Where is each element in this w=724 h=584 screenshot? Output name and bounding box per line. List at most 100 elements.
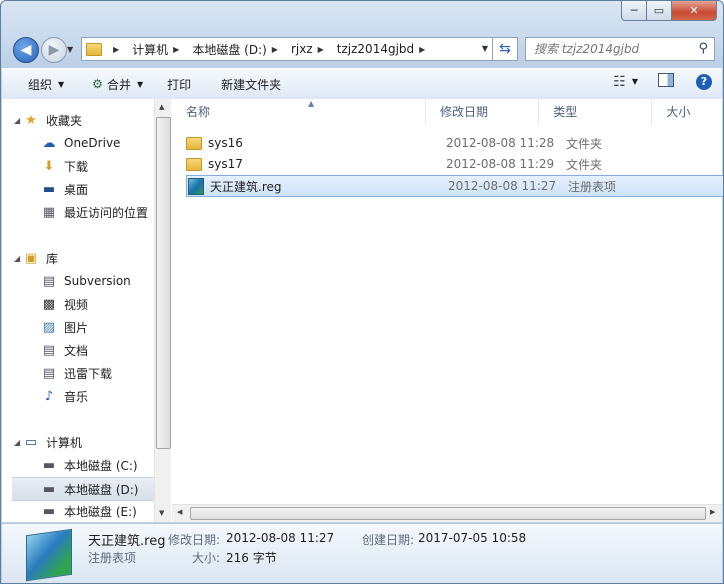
address-row: ◀ ▶ ▼ ▶ 计算机 ▶ 本地磁盘 (D:) ▶ rjxz ▶ tzjz201… bbox=[1, 33, 723, 65]
folder-icon bbox=[186, 136, 202, 150]
document-library-icon: ▤ bbox=[42, 273, 56, 289]
chevron-right-icon[interactable]: ▶ bbox=[168, 45, 184, 54]
recent-pages-dropdown[interactable]: ▼ bbox=[67, 45, 73, 54]
collapse-arrow-icon[interactable]: ◢ bbox=[14, 438, 22, 447]
nav-thunder-downloads[interactable]: ▤ 迅雷下载 bbox=[2, 362, 154, 384]
library-icon: ▣ bbox=[24, 250, 38, 266]
refresh-button[interactable]: ⇆ bbox=[493, 37, 518, 61]
file-row[interactable]: sys17 2012-08-08 11:29 文件夹 bbox=[186, 154, 722, 174]
nav-favorites[interactable]: ◢ ★ 收藏夹 bbox=[2, 109, 152, 131]
system-drive-icon: ▬ bbox=[42, 457, 56, 473]
film-icon: ▩ bbox=[42, 296, 56, 312]
scroll-up-icon[interactable]: ▲ bbox=[159, 103, 164, 111]
sort-ascending-icon: ▲ bbox=[308, 99, 315, 108]
nav-pictures[interactable]: ▨ 图片 bbox=[2, 316, 154, 338]
details-size-value: 216 字节 bbox=[226, 551, 277, 565]
breadcrumb-rjxz[interactable]: rjxz ▶ bbox=[287, 38, 333, 60]
nav-music[interactable]: ♪ 音乐 bbox=[2, 385, 154, 407]
chevron-down-icon: ▼ bbox=[58, 79, 65, 89]
chevron-right-icon[interactable]: ▶ bbox=[414, 45, 430, 54]
chevron-right-icon[interactable]: ▶ bbox=[313, 45, 329, 54]
reg-file-icon bbox=[188, 177, 204, 195]
collapse-arrow-icon[interactable]: ◢ bbox=[14, 116, 22, 125]
nav-computer[interactable]: ◢ ▭ 计算机 bbox=[2, 431, 152, 453]
drive-icon: ▬ bbox=[42, 503, 56, 519]
column-header: ▲ 名称 修改日期 类型 大小 bbox=[172, 99, 722, 125]
download-folder-icon: ⬇ bbox=[43, 158, 55, 174]
maximize-button[interactable]: ▭ bbox=[647, 1, 672, 21]
refresh-icon: ⇆ bbox=[499, 41, 511, 57]
file-row-selected[interactable]: 天正建筑.reg 2012-08-08 11:27 注册表项 bbox=[186, 175, 723, 197]
chevron-right-icon[interactable]: ▶ bbox=[108, 45, 124, 54]
preview-pane-button[interactable] bbox=[658, 73, 674, 90]
chevron-down-icon: ▼ bbox=[631, 77, 638, 86]
column-name[interactable]: ▲ 名称 bbox=[172, 99, 427, 125]
horizontal-scrollbar[interactable]: ◀ ▶ bbox=[172, 504, 722, 522]
organize-button[interactable]: 组织 ▼ bbox=[18, 72, 74, 96]
folder-icon bbox=[186, 157, 202, 171]
download-library-icon: ▤ bbox=[42, 365, 56, 381]
star-icon: ★ bbox=[25, 112, 37, 128]
address-bar[interactable]: ▶ 计算机 ▶ 本地磁盘 (D:) ▶ rjxz ▶ tzjz2014gjbd … bbox=[81, 37, 493, 61]
drive-icon: ▬ bbox=[42, 481, 56, 497]
nav-subversion[interactable]: ▤ Subversion bbox=[2, 270, 154, 292]
nav-recent-places[interactable]: ▦ 最近访问的位置 bbox=[2, 201, 154, 223]
toolbar-right: ☷ ▼ ? bbox=[613, 73, 712, 90]
address-history-dropdown[interactable]: ▼ bbox=[482, 44, 488, 53]
chevron-down-icon: ▼ bbox=[67, 45, 74, 54]
nav-documents[interactable]: ▤ 文档 bbox=[2, 339, 154, 361]
search-input[interactable] bbox=[532, 41, 696, 57]
details-modified-label: 修改日期: bbox=[168, 533, 221, 547]
arrow-left-icon: ◀ bbox=[20, 42, 32, 58]
breadcrumb-computer[interactable]: 计算机 ▶ bbox=[128, 38, 188, 60]
nav-drive-d[interactable]: ▬ 本地磁盘 (D:) bbox=[12, 477, 154, 501]
cloud-icon: ☁ bbox=[42, 135, 56, 151]
address-folder-icon-crumb[interactable]: ▶ bbox=[82, 38, 128, 60]
scroll-left-icon[interactable]: ◀ bbox=[177, 508, 182, 516]
forward-button[interactable]: ▶ bbox=[41, 37, 67, 63]
collapse-arrow-icon[interactable]: ◢ bbox=[14, 254, 22, 263]
search-icon[interactable]: ⚲ bbox=[698, 41, 708, 56]
nav-videos[interactable]: ▩ 视频 bbox=[2, 293, 154, 315]
folder-icon bbox=[86, 42, 102, 56]
column-modified[interactable]: 修改日期 bbox=[426, 99, 540, 125]
close-button[interactable]: ✕ bbox=[672, 1, 717, 21]
command-bar: 组织 ▼ ⚙ 合并 ▼ 打印 新建文件夹 ☷ ▼ ? bbox=[2, 68, 722, 100]
desktop-icon: ▬ bbox=[42, 181, 56, 197]
column-type[interactable]: 类型 bbox=[539, 99, 653, 125]
nav-desktop[interactable]: ▬ 桌面 bbox=[2, 178, 154, 200]
nav-downloads[interactable]: ⬇ 下载 bbox=[2, 155, 154, 177]
scroll-down-icon[interactable]: ▼ bbox=[159, 509, 164, 517]
view-list-icon: ☷ bbox=[613, 73, 626, 90]
nav-drive-c[interactable]: ▬ 本地磁盘 (C:) bbox=[2, 454, 154, 476]
help-icon[interactable]: ? bbox=[696, 73, 712, 90]
breadcrumb-tzjz2014gjbd[interactable]: tzjz2014gjbd ▶ bbox=[333, 38, 435, 60]
recent-places-icon: ▦ bbox=[42, 204, 56, 220]
details-created-label: 创建日期: bbox=[362, 533, 415, 547]
details-created-value: 2017-07-05 10:58 bbox=[418, 531, 527, 545]
details-file-name: 天正建筑.reg bbox=[88, 534, 166, 549]
merge-icon: ⚙ bbox=[92, 77, 103, 91]
minimize-button[interactable]: ─ bbox=[621, 1, 647, 21]
print-button[interactable]: 打印 bbox=[157, 72, 201, 96]
file-list-pane: ▲ 名称 修改日期 类型 大小 sys16 2012-08-08 11:28 文… bbox=[172, 99, 723, 522]
nav-libraries[interactable]: ◢ ▣ 库 bbox=[2, 247, 152, 269]
combine-button[interactable]: ⚙ 合并 ▼ bbox=[82, 72, 153, 96]
details-file-type: 注册表项 bbox=[88, 551, 137, 565]
preview-pane-icon bbox=[658, 73, 674, 87]
back-button[interactable]: ◀ bbox=[13, 37, 39, 63]
nav-onedrive[interactable]: ☁ OneDrive bbox=[2, 132, 154, 154]
nav-scrollbar-thumb[interactable] bbox=[156, 117, 171, 449]
chevron-right-icon[interactable]: ▶ bbox=[267, 45, 283, 54]
breadcrumb-drive-d[interactable]: 本地磁盘 (D:) ▶ bbox=[188, 38, 287, 60]
nav-scrollbar[interactable]: ▲ ▼ bbox=[154, 99, 171, 522]
search-box: ⚲ bbox=[525, 37, 715, 61]
view-options-button[interactable]: ☷ ▼ bbox=[613, 74, 638, 90]
file-row[interactable]: sys16 2012-08-08 11:28 文件夹 bbox=[186, 133, 722, 153]
scroll-right-icon[interactable]: ▶ bbox=[710, 508, 715, 516]
new-folder-button[interactable]: 新建文件夹 bbox=[211, 72, 291, 96]
column-size[interactable]: 大小 bbox=[652, 99, 722, 125]
nav-drive-e[interactable]: ▬ 本地磁盘 (E:) bbox=[2, 500, 154, 522]
picture-icon: ▨ bbox=[42, 319, 56, 335]
horizontal-scrollbar-thumb[interactable] bbox=[190, 507, 706, 520]
